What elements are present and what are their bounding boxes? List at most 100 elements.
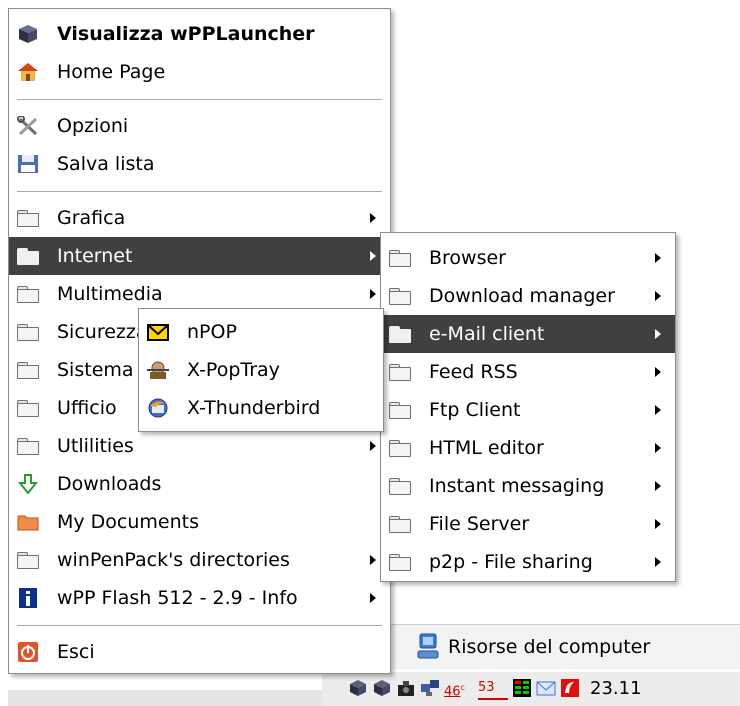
- temperature-badge-2[interactable]: 53: [478, 678, 508, 700]
- submenu-item-p2p[interactable]: p2p - File sharing: [381, 543, 675, 581]
- folder-icon: [389, 288, 411, 305]
- submenu-item-feed-rss[interactable]: Feed RSS: [381, 353, 675, 391]
- submenu-arrow-icon: [370, 593, 376, 603]
- submenu-item-browser[interactable]: Browser: [381, 239, 675, 277]
- menu-item-internet[interactable]: Internet: [9, 237, 390, 275]
- submenu-item-instant-messaging[interactable]: Instant messaging: [381, 467, 675, 505]
- folder-icon: [17, 324, 39, 341]
- submenu-arrow-icon: [655, 481, 661, 491]
- antivirus-tray-icon[interactable]: [560, 678, 580, 698]
- menu-item-label: winPenPack's directories: [57, 549, 290, 571]
- thunderbird-icon: [148, 398, 168, 418]
- folder-icon: [389, 402, 411, 419]
- folder-icon: [17, 362, 39, 379]
- orange-folder-icon: [17, 515, 39, 531]
- submenu-item-label: Instant messaging: [429, 475, 605, 497]
- power-icon: [18, 642, 38, 662]
- envelope-icon: [147, 324, 169, 341]
- submenu-item-npop[interactable]: nPOP: [139, 313, 383, 351]
- tray-badge-1-text: 46: [444, 684, 461, 700]
- temperature-badge-1[interactable]: 46c: [444, 678, 474, 700]
- poptray-icon: [147, 361, 169, 379]
- menu-item-label: Sicurezza: [57, 321, 148, 343]
- submenu-arrow-icon: [370, 251, 376, 261]
- submenu-item-download-manager[interactable]: Download manager: [381, 277, 675, 315]
- menu-item-label: Internet: [57, 245, 133, 267]
- submenu-item-label: nPOP: [187, 321, 237, 343]
- submenu-arrow-icon: [655, 253, 661, 263]
- desktop-shortcut-risorse[interactable]: Risorse del computer: [380, 624, 740, 669]
- menu-separator: [17, 191, 382, 192]
- menu-item-label: Ufficio: [57, 397, 117, 419]
- risorse-label: Risorse del computer: [448, 636, 651, 658]
- menu-item-wpp-info[interactable]: wPP Flash 512 - 2.9 - Info: [9, 579, 390, 617]
- desktop-strip: [8, 690, 322, 706]
- submenu-arrow-icon: [655, 367, 661, 377]
- submenu-item-x-poptray[interactable]: X-PopTray: [139, 351, 383, 389]
- folder-icon: [389, 478, 411, 495]
- menu-item-label: Sistema: [57, 359, 134, 381]
- submenu-item-ftp-client[interactable]: Ftp Client: [381, 391, 675, 429]
- submenu-arrow-icon: [370, 441, 376, 451]
- submenu-arrow-icon: [655, 557, 661, 567]
- folder-icon: [17, 210, 39, 227]
- menu-item-visualizza[interactable]: Visualizza wPPLauncher: [9, 15, 390, 53]
- menu-item-grafica[interactable]: Grafica: [9, 199, 390, 237]
- taskbar-tray: 46c 53 23.11: [322, 672, 740, 706]
- home-icon: [18, 63, 38, 81]
- tray-badge-2-text: 53: [478, 680, 495, 695]
- folder-icon: [17, 400, 39, 417]
- mail-tray-icon[interactable]: [536, 678, 556, 698]
- folder-icon: [17, 552, 39, 569]
- menu-item-label: Utlilities: [57, 435, 134, 457]
- folder-icon: [389, 440, 411, 457]
- menu-item-label: wPP Flash 512 - 2.9 - Info: [57, 587, 298, 609]
- submenu-item-email-client[interactable]: e-Mail client: [381, 315, 675, 353]
- menu-item-label: Downloads: [57, 473, 162, 495]
- submenu-item-label: p2p - File sharing: [429, 551, 593, 573]
- cube-icon: [19, 25, 37, 43]
- menu-item-label: Opzioni: [57, 115, 129, 137]
- menu-item-utlilities[interactable]: Utlilities: [9, 427, 390, 465]
- submenu-arrow-icon: [655, 405, 661, 415]
- info-icon: [19, 588, 37, 608]
- submenu-item-file-server[interactable]: File Server: [381, 505, 675, 543]
- taskbar-clock[interactable]: 23.11: [590, 672, 642, 706]
- menu-item-winpenpack-directories[interactable]: winPenPack's directories: [9, 541, 390, 579]
- camera-tray-icon[interactable]: [396, 678, 416, 698]
- computer-icon: [417, 633, 439, 659]
- menu-item-home-page[interactable]: Home Page: [9, 53, 390, 91]
- network-tray-icon[interactable]: [420, 678, 440, 698]
- submenu-item-label: Feed RSS: [429, 361, 518, 383]
- menu-item-label: Visualizza wPPLauncher: [57, 23, 315, 45]
- submenu-item-html-editor[interactable]: HTML editor: [381, 429, 675, 467]
- submenu-item-x-thunderbird[interactable]: X-Thunderbird: [139, 389, 383, 427]
- menu-item-label: My Documents: [57, 511, 200, 533]
- submenu-arrow-icon: [655, 519, 661, 529]
- cube-tray-icon[interactable]: [348, 678, 368, 698]
- email-client-submenu: nPOP X-PopTray X-Thunderbird: [138, 308, 384, 432]
- menu-item-opzioni[interactable]: Opzioni: [9, 107, 390, 145]
- menu-item-my-documents[interactable]: My Documents: [9, 503, 390, 541]
- submenu-item-label: File Server: [429, 513, 530, 535]
- menu-item-esci[interactable]: Esci: [9, 633, 390, 671]
- submenu-item-label: Download manager: [429, 285, 615, 307]
- submenu-arrow-icon: [370, 213, 376, 223]
- menu-item-downloads[interactable]: Downloads: [9, 465, 390, 503]
- menu-separator: [17, 99, 382, 100]
- submenu-item-label: Ftp Client: [429, 399, 521, 421]
- floppy-disk-icon: [18, 155, 38, 173]
- internet-submenu: Browser Download manager e-Mail client F…: [380, 232, 676, 582]
- meter-tray-icon[interactable]: [512, 678, 532, 698]
- cube-tray-icon-2[interactable]: [372, 678, 392, 698]
- menu-item-label: Esci: [57, 641, 95, 663]
- tools-icon: [17, 116, 38, 136]
- folder-icon: [17, 248, 39, 265]
- submenu-arrow-icon: [370, 555, 376, 565]
- submenu-arrow-icon: [655, 443, 661, 453]
- folder-icon: [389, 554, 411, 571]
- menu-item-salva-lista[interactable]: Salva lista: [9, 145, 390, 183]
- submenu-item-label: HTML editor: [429, 437, 544, 459]
- folder-icon: [389, 516, 411, 533]
- menu-item-label: Home Page: [57, 61, 166, 83]
